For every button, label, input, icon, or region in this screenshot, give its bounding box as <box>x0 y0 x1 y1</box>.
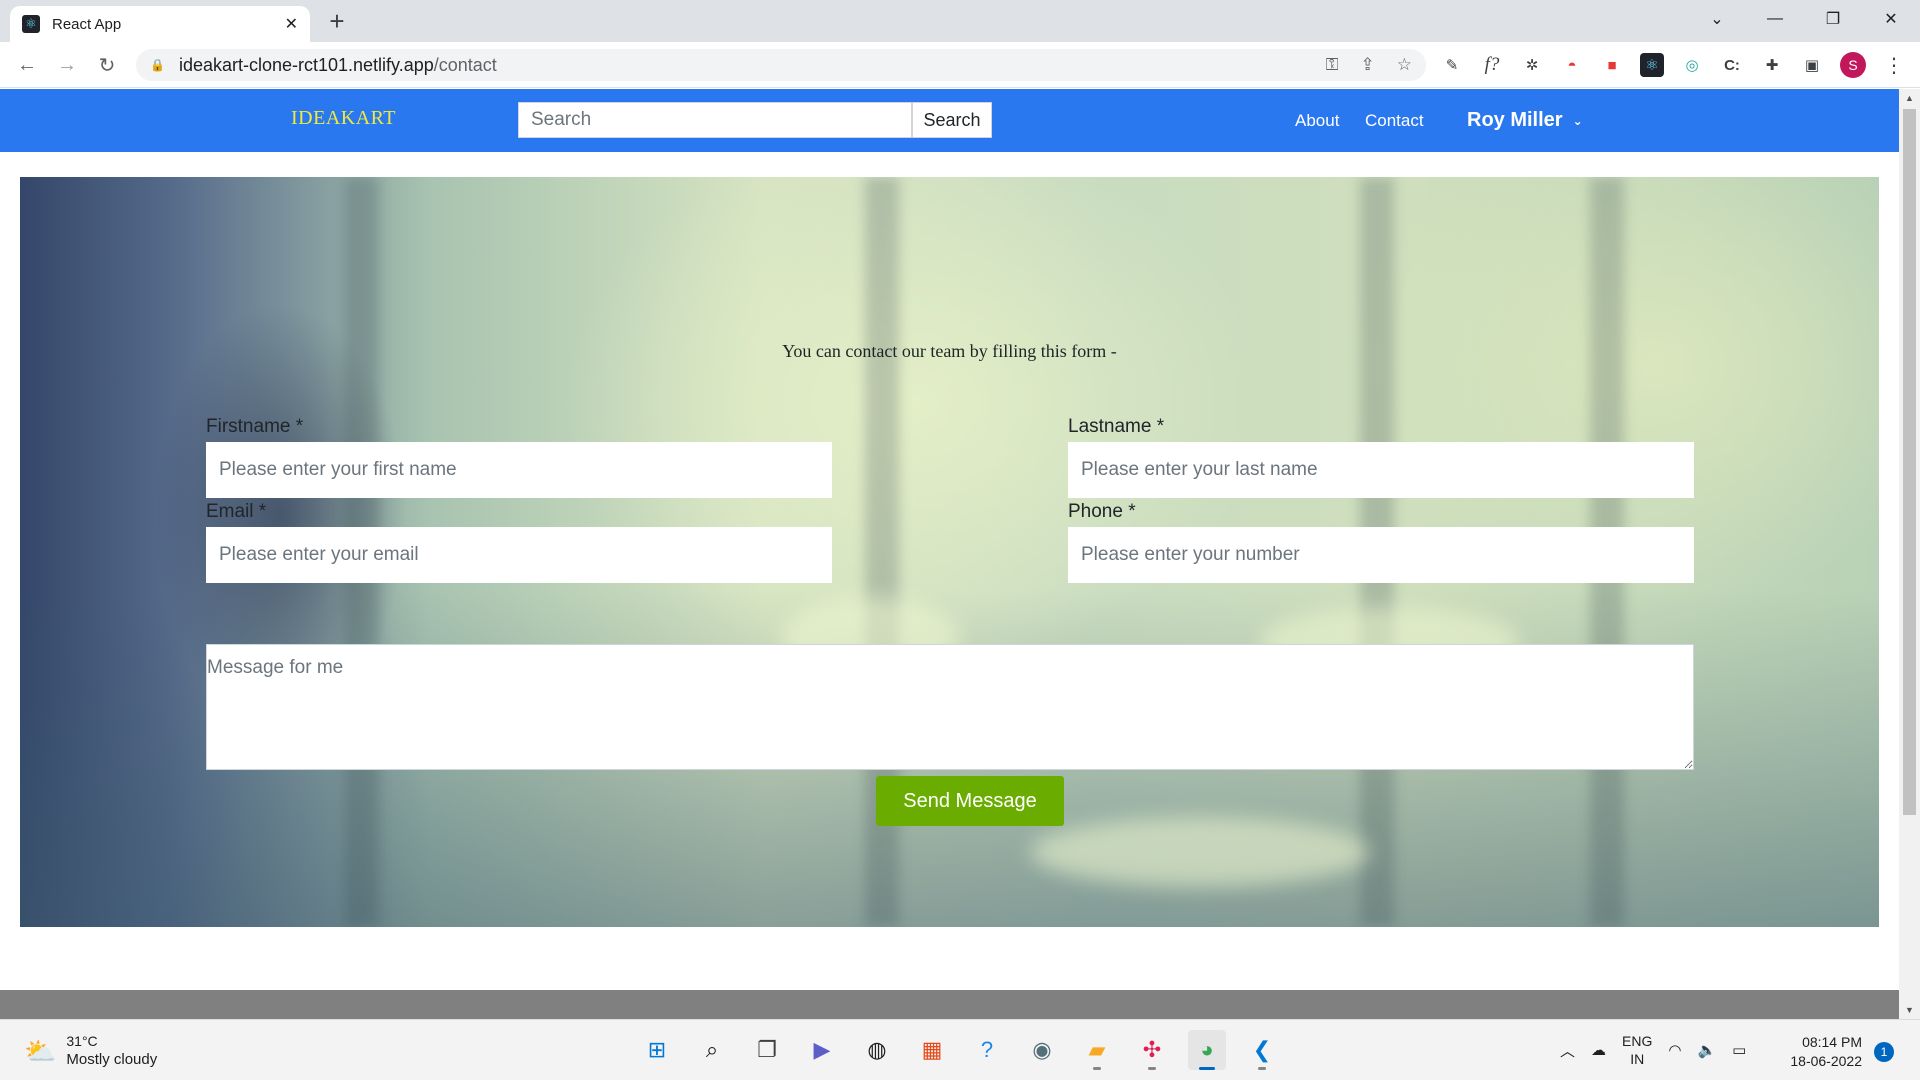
tab-search-icon[interactable]: ⌄ <box>1688 0 1746 38</box>
puzzle-icon[interactable]: ✚ <box>1760 53 1784 77</box>
react-devtools-icon[interactable]: ⚛ <box>1640 53 1664 77</box>
browser-app-icon[interactable]: ◍ <box>858 1030 896 1070</box>
scroll-thumb[interactable] <box>1903 109 1916 815</box>
firstname-input[interactable] <box>206 442 832 498</box>
react-favicon-icon: ⚛ <box>22 15 40 33</box>
wifi-icon[interactable]: ◠ <box>1668 1041 1681 1059</box>
site-search-button[interactable]: Search <box>912 102 992 138</box>
extensions-bar: ✎ f? ✲ ◓ ■ ⚛ ◎ C: ✚ ▣ S ⋮ <box>1440 50 1906 80</box>
vscode-icon[interactable]: ❮ <box>1243 1030 1281 1070</box>
url-host: ideakart-clone-rct101.netlify.app <box>178 54 434 75</box>
share-icon[interactable]: ⇪ <box>1361 55 1375 75</box>
tab-title: React App <box>52 15 122 33</box>
forward-arrow-icon[interactable]: → <box>54 52 80 78</box>
css-ext-icon[interactable]: C: <box>1720 53 1744 77</box>
weather-temp: 31°C <box>66 1033 98 1049</box>
bug-icon[interactable]: ✲ <box>1520 53 1544 77</box>
clock-date: 18-06-2022 <box>1790 1053 1862 1069</box>
search-icon[interactable]: ⌕ <box>693 1030 731 1070</box>
windows-start-icon[interactable]: ⊞ <box>638 1030 676 1070</box>
scroll-up-icon[interactable]: ▲ <box>1899 89 1920 107</box>
site-search-input[interactable] <box>518 102 912 138</box>
font-finder-icon[interactable]: f? <box>1480 53 1504 77</box>
lastname-input[interactable] <box>1068 442 1694 498</box>
task-view-icon[interactable]: ❐ <box>748 1030 786 1070</box>
site-navbar: IDEAKART Search About Contact Roy Miller… <box>0 89 1899 152</box>
chrome-icon[interactable]: ◕ <box>1188 1030 1226 1070</box>
user-menu[interactable]: Roy Miller ⌄ <box>1467 109 1583 132</box>
running-indicator <box>1093 1067 1101 1070</box>
store-icon[interactable]: ▦ <box>913 1030 951 1070</box>
email-label: Email * <box>206 501 267 522</box>
weather-widget[interactable]: ⛅ 31°C Mostly cloudy <box>24 1032 157 1070</box>
slack-icon[interactable]: ✣ <box>1133 1030 1171 1070</box>
system-tray: ︿ ☁ ENG IN ◠ 🔈 ▭ <box>1560 1030 1746 1070</box>
message-textarea[interactable] <box>206 644 1694 770</box>
email-input[interactable] <box>206 527 832 583</box>
clock-time: 08:14 PM <box>1802 1034 1862 1050</box>
running-indicator <box>1148 1067 1156 1070</box>
page-viewport: IDEAKART Search About Contact Roy Miller… <box>0 89 1920 1019</box>
weather-condition: Mostly cloudy <box>66 1051 158 1068</box>
windows-taskbar: ⛅ 31°C Mostly cloudy ⊞ ⌕ ❐ ▶ ◍ ▦ ? ◉ ▰ ✣… <box>0 1019 1920 1080</box>
battery-icon[interactable]: ▭ <box>1732 1041 1746 1059</box>
address-bar[interactable]: 🔒 ideakart-clone-rct101.netlify.app/cont… <box>136 49 1426 81</box>
car-icon[interactable]: ■ <box>1600 53 1624 77</box>
bookmark-star-icon[interactable]: ☆ <box>1397 55 1412 75</box>
tab-close-icon[interactable]: ✕ <box>285 14 298 34</box>
running-indicator <box>1258 1067 1266 1070</box>
page-footer <box>0 990 1899 1019</box>
lang-line1: ENG <box>1622 1033 1653 1049</box>
onedrive-cloud-icon[interactable]: ☁ <box>1591 1041 1606 1059</box>
contact-intro-text: You can contact our team by filling this… <box>782 341 1117 361</box>
phone-label: Phone * <box>1068 501 1136 522</box>
phone-input[interactable] <box>1068 527 1694 583</box>
omnibox-actions: ⚿ ⇪ ☆ <box>1326 49 1412 81</box>
language-indicator[interactable]: ENG IN <box>1622 1032 1652 1068</box>
scroll-down-icon[interactable]: ▼ <box>1899 1001 1920 1019</box>
user-name: Roy Miller <box>1467 109 1563 131</box>
taskbar-clock[interactable]: 08:14 PM 18-06-2022 <box>1770 1033 1862 1071</box>
file-explorer-icon[interactable]: ▰ <box>1078 1030 1116 1070</box>
cloudy-sun-icon: ⛅ <box>24 1035 57 1066</box>
side-panel-icon[interactable]: ▣ <box>1800 53 1824 77</box>
reload-icon[interactable]: ↻ <box>94 52 120 78</box>
nav-link-about[interactable]: About <box>1295 111 1339 131</box>
taskbar-apps: ⊞ ⌕ ❐ ▶ ◍ ▦ ? ◉ ▰ ✣ ◕ ❮ <box>638 1030 1281 1070</box>
notification-badge[interactable]: 1 <box>1874 1042 1894 1062</box>
close-window-button[interactable]: ✕ <box>1862 0 1920 38</box>
back-arrow-icon[interactable]: ← <box>14 52 40 78</box>
pokeball-icon[interactable]: ◓ <box>1560 53 1584 77</box>
chevron-down-icon: ⌄ <box>1572 113 1583 128</box>
circle-ext-icon[interactable]: ◎ <box>1680 53 1704 77</box>
nav-link-contact[interactable]: Contact <box>1365 111 1424 131</box>
chevron-up-icon[interactable]: ︿ <box>1560 1040 1575 1061</box>
browser-toolbar: ← → ↻ 🔒 ideakart-clone-rct101.netlify.ap… <box>0 42 1920 88</box>
camera-icon[interactable]: ◉ <box>1023 1030 1061 1070</box>
page-scrollbar[interactable]: ▲ ▼ <box>1899 89 1920 1019</box>
browser-tabstrip: ⚛ React App ✕ + ⌄ — ❐ ✕ <box>0 0 1920 42</box>
kebab-menu-icon[interactable]: ⋮ <box>1882 53 1906 77</box>
running-indicator <box>1199 1067 1215 1070</box>
brand-logo[interactable]: IDEAKART <box>291 107 396 130</box>
new-tab-button[interactable]: + <box>322 6 352 37</box>
browser-tab[interactable]: ⚛ React App ✕ <box>10 6 310 42</box>
background-decoration <box>1030 817 1370 887</box>
lang-line2: IN <box>1630 1051 1645 1067</box>
volume-icon[interactable]: 🔈 <box>1697 1041 1716 1059</box>
profile-avatar[interactable]: S <box>1840 52 1866 78</box>
minimize-button[interactable]: — <box>1746 0 1804 38</box>
teams-chat-icon[interactable]: ▶ <box>803 1030 841 1070</box>
restore-button[interactable]: ❐ <box>1804 0 1862 38</box>
url-path: /contact <box>433 54 497 75</box>
eyedropper-icon[interactable]: ✎ <box>1440 53 1464 77</box>
window-controls: ⌄ — ❐ ✕ <box>1688 0 1920 38</box>
lastname-label: Lastname * <box>1068 416 1165 437</box>
key-icon[interactable]: ⚿ <box>1326 55 1339 75</box>
help-icon[interactable]: ? <box>968 1030 1006 1070</box>
firstname-label: Firstname * <box>206 416 304 437</box>
lock-icon[interactable]: 🔒 <box>150 58 165 72</box>
send-message-button[interactable]: Send Message <box>876 776 1064 826</box>
